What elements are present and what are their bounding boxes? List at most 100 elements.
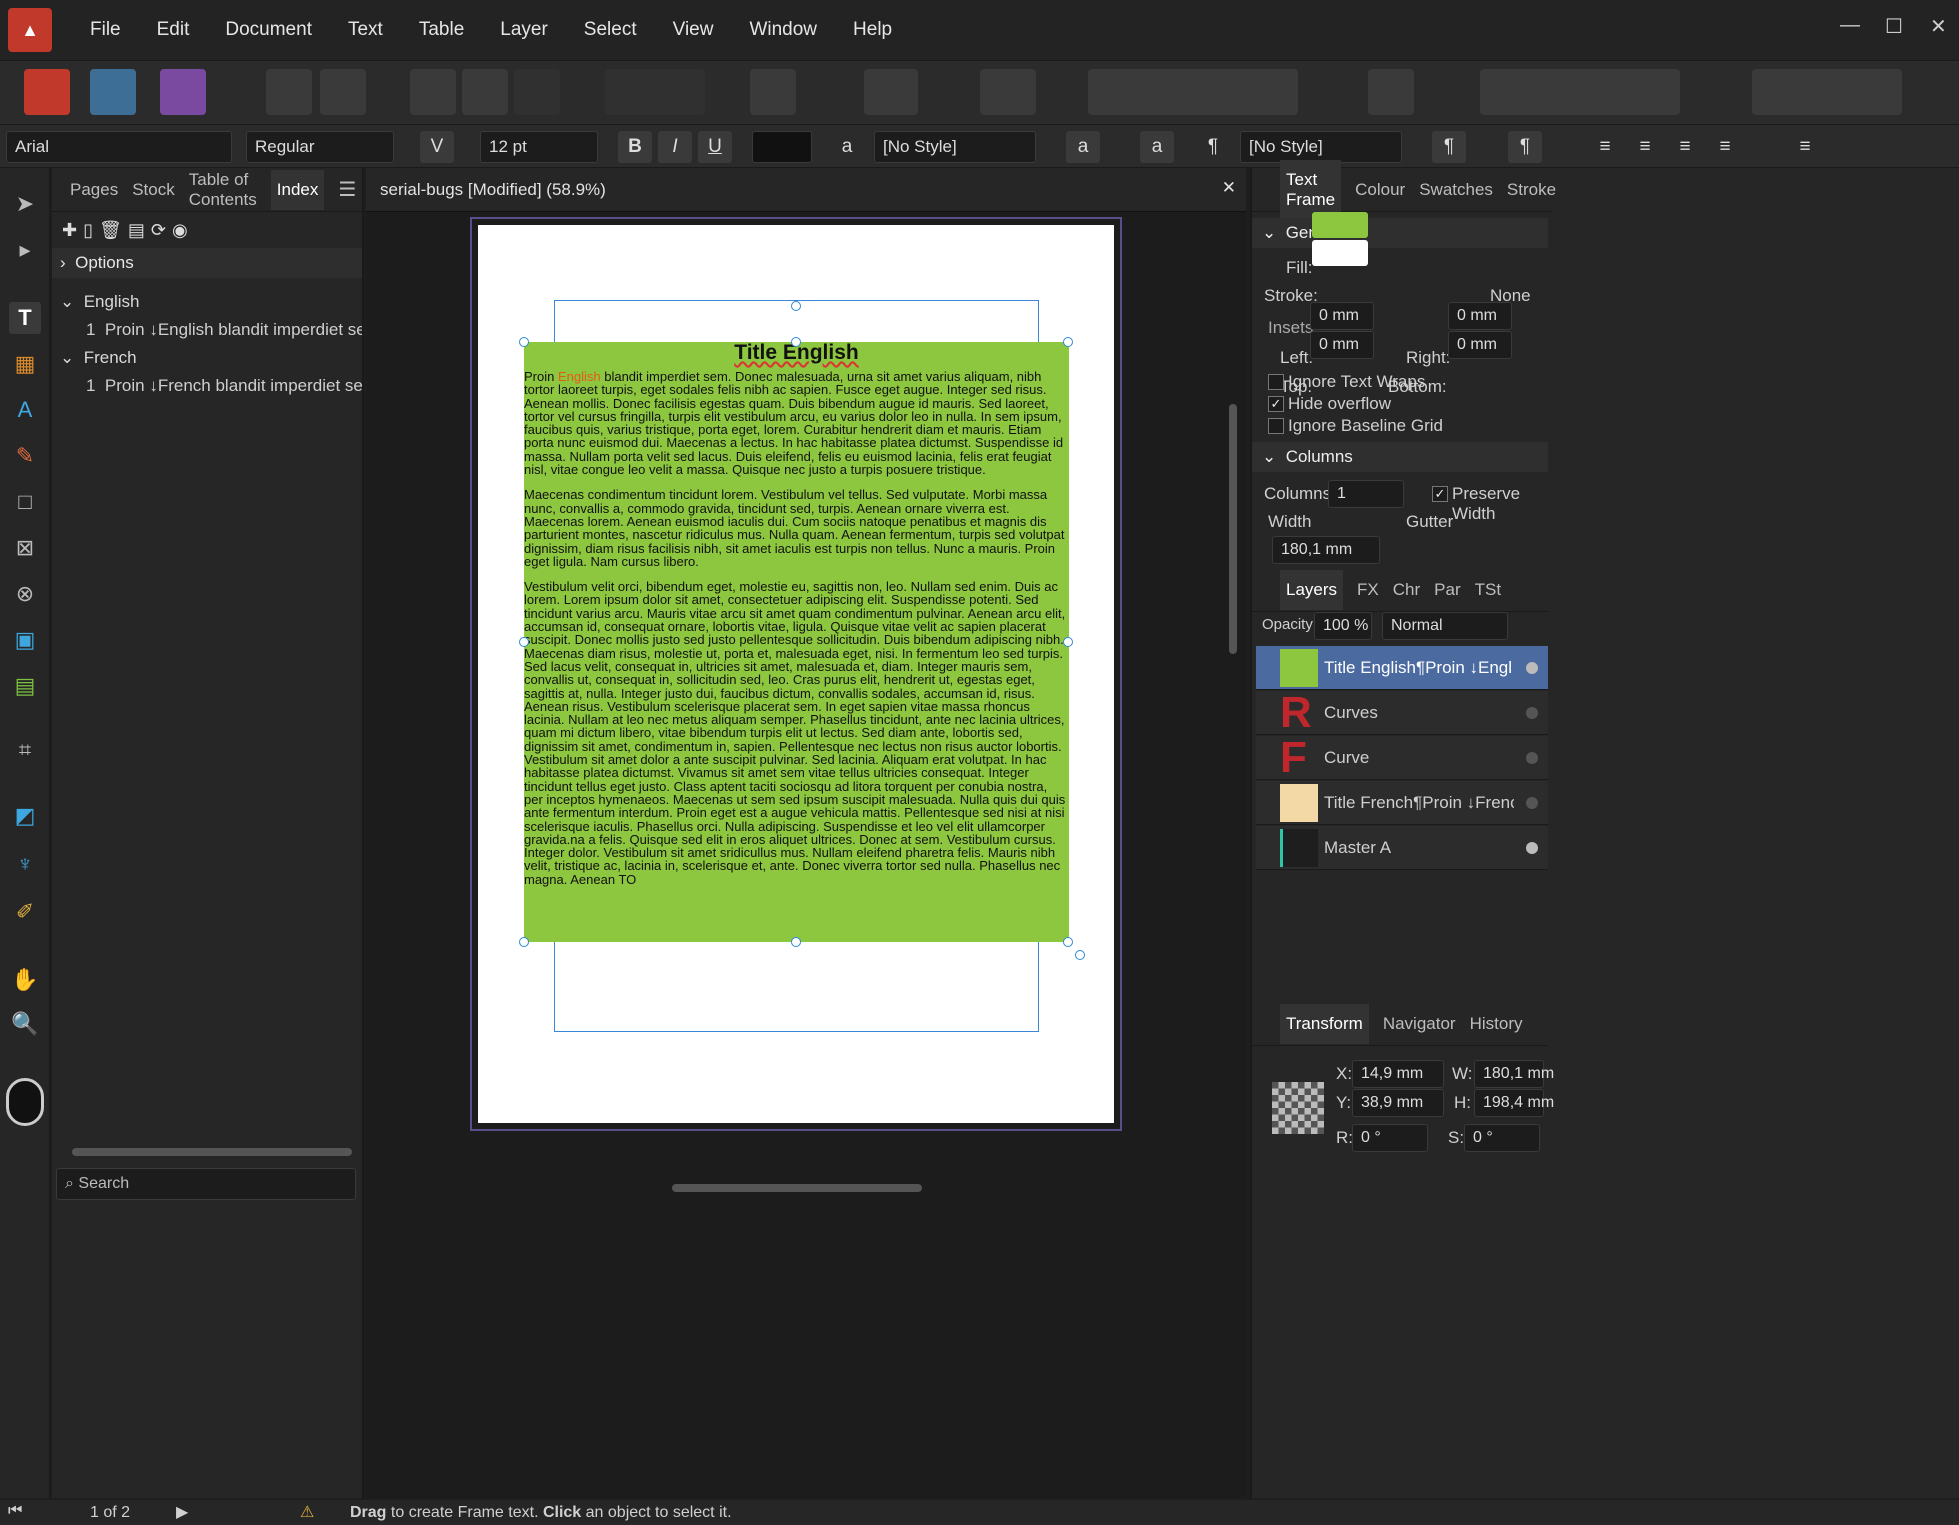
layer-row[interactable]: F Curve	[1256, 736, 1548, 780]
menu-select[interactable]: Select	[584, 19, 637, 41]
new-entry-icon[interactable]: ▯	[83, 220, 99, 240]
text-frame-icon[interactable]	[864, 69, 918, 115]
pen-tool-icon[interactable]: ✎	[9, 440, 41, 472]
align-center-icon[interactable]: ≡	[1628, 131, 1662, 163]
preferences-icon[interactable]	[266, 69, 312, 115]
delete-topic-icon[interactable]: 🗑	[99, 220, 128, 240]
rotation-input[interactable]: 0 °	[1352, 1124, 1428, 1152]
tab-stock[interactable]: Stock	[132, 180, 175, 200]
menu-edit[interactable]: Edit	[157, 19, 190, 41]
resize-handle[interactable]	[519, 937, 529, 947]
index-entry[interactable]: 1 Proin ↓English blandit imperdiet sem. …	[52, 316, 362, 344]
resize-handle[interactable]	[791, 937, 801, 947]
shear-input[interactable]: 0 °	[1464, 1124, 1540, 1152]
menu-window[interactable]: Window	[749, 19, 817, 41]
table-of-contents-tool-icon[interactable]: ▤	[9, 670, 41, 702]
layer-row[interactable]: Title French¶Proin ↓Frenc	[1256, 781, 1548, 825]
columns-input[interactable]: 1	[1328, 480, 1404, 508]
stroke-swatch[interactable]	[1312, 240, 1368, 266]
first-page-icon[interactable]: ⏮	[8, 1502, 22, 1520]
insert-index-icon[interactable]: ▤	[128, 220, 151, 240]
anchor-point-selector[interactable]	[1272, 1082, 1324, 1134]
opacity-input[interactable]: 100 %	[1314, 612, 1372, 640]
add-topic-icon[interactable]: ✚	[62, 220, 83, 240]
document-setup-icon[interactable]	[320, 69, 366, 115]
char-style-icon[interactable]: a	[830, 131, 864, 163]
pilcrow-icon[interactable]: ¶	[1196, 131, 1230, 163]
clear-para-style-icon[interactable]: ¶	[1432, 131, 1466, 163]
tab-chr[interactable]: Chr	[1393, 580, 1420, 600]
tab-history[interactable]: History	[1470, 1014, 1523, 1034]
paragraph-style-select[interactable]: [No Style]	[1240, 131, 1402, 163]
layer-row[interactable]: Master A	[1256, 826, 1548, 870]
artistic-text-tool-icon[interactable]: A	[9, 394, 41, 426]
x-input[interactable]: 14,9 mm	[1352, 1060, 1444, 1088]
font-style-select[interactable]: Regular	[246, 131, 394, 163]
close-document-icon[interactable]: ✕	[1222, 178, 1236, 198]
align-icon[interactable]	[1368, 69, 1414, 115]
menu-document[interactable]: Document	[225, 19, 312, 41]
table-tool-icon[interactable]: ▦	[9, 348, 41, 380]
resize-handle[interactable]	[1063, 337, 1073, 347]
tab-index[interactable]: Index	[270, 169, 325, 210]
blend-mode-select[interactable]: Normal	[1382, 612, 1508, 640]
layer-row[interactable]: Title English¶Proin ↓Engl	[1256, 646, 1548, 690]
color-well-icon[interactable]	[6, 1078, 44, 1126]
menu-text[interactable]: Text	[348, 19, 383, 41]
preserve-width-checkbox[interactable]: ✓	[1432, 486, 1448, 502]
show-special-chars-icon[interactable]: ¶	[1508, 131, 1542, 163]
index-entry[interactable]: 1 Proin ↓French blandit imperdiet sem. D…	[52, 372, 362, 400]
menu-view[interactable]: View	[673, 19, 714, 41]
menu-file[interactable]: File	[90, 19, 121, 41]
layer-row[interactable]: R Curves	[1256, 691, 1548, 735]
visibility-dot-icon[interactable]	[1526, 842, 1538, 854]
tab-transform[interactable]: Transform	[1280, 1003, 1369, 1044]
horizontal-scrollbar[interactable]	[72, 1148, 352, 1156]
text-color-swatch[interactable]	[752, 131, 812, 163]
document-tab[interactable]: serial-bugs [Modified] (58.9%) ✕	[366, 168, 1246, 212]
inset-left-input[interactable]: 0 mm	[1310, 302, 1374, 330]
tab-par[interactable]: Par	[1434, 580, 1460, 600]
tab-pages[interactable]: Pages	[70, 180, 118, 200]
panel-menu-icon[interactable]: ☰	[338, 177, 356, 202]
column-width-input[interactable]: 180,1 mm	[1272, 536, 1380, 564]
character-style-select[interactable]: [No Style]	[874, 131, 1036, 163]
tab-table-of-contents[interactable]: Table of Contents	[189, 170, 257, 210]
resize-handle[interactable]	[1075, 950, 1085, 960]
tracking-icon[interactable]: V	[420, 131, 454, 163]
tab-tst[interactable]: TSt	[1475, 580, 1501, 600]
warning-icon[interactable]: ⚠	[300, 1502, 314, 1522]
tab-stroke[interactable]: Stroke	[1507, 180, 1556, 200]
inset-bottom-input[interactable]: 0 mm	[1448, 331, 1512, 359]
options-row[interactable]: › Options	[52, 248, 362, 278]
clear-char-style-icon[interactable]: a	[1066, 131, 1100, 163]
vertical-align-icon[interactable]: ≡	[1788, 131, 1822, 163]
visibility-dot-icon[interactable]	[1526, 662, 1538, 674]
minimize-icon[interactable]: —	[1840, 14, 1860, 37]
color-picker-tool-icon[interactable]: ✐	[9, 896, 41, 928]
boolean-ops-icon[interactable]	[1752, 69, 1902, 115]
photo-persona-icon[interactable]	[160, 69, 206, 115]
inset-top-input[interactable]: 0 mm	[1310, 331, 1374, 359]
node-tool-icon[interactable]: ▸	[9, 234, 41, 266]
columns-section-header[interactable]: ⌄ Columns	[1252, 442, 1548, 472]
align-left-icon[interactable]: ≡	[1588, 131, 1622, 163]
visibility-dot-icon[interactable]	[1526, 707, 1538, 719]
move-tool-icon[interactable]: ➤	[9, 188, 41, 220]
designer-persona-icon[interactable]	[90, 69, 136, 115]
ignore-text-wraps-checkbox[interactable]	[1268, 374, 1284, 390]
disabled-tool-icon[interactable]	[514, 69, 560, 115]
refresh-icon[interactable]: ⟳	[151, 220, 172, 240]
vertical-scrollbar[interactable]	[1229, 404, 1237, 654]
font-size-select[interactable]: 12 pt	[480, 131, 598, 163]
maximize-icon[interactable]: ☐	[1885, 14, 1903, 39]
resize-handle[interactable]	[1063, 637, 1073, 647]
ellipse-frame-tool-icon[interactable]: ⊗	[9, 578, 41, 610]
search-input[interactable]: ⌕ Search	[56, 1168, 356, 1200]
horizontal-scrollbar[interactable]	[672, 1184, 922, 1192]
bold-button[interactable]: B	[618, 131, 652, 163]
h-input[interactable]: 198,4 mm	[1474, 1089, 1554, 1117]
justify-icon[interactable]: ≡	[1708, 131, 1742, 163]
publisher-persona-icon[interactable]	[24, 69, 70, 115]
hide-overflow-checkbox[interactable]: ✓	[1268, 396, 1284, 412]
